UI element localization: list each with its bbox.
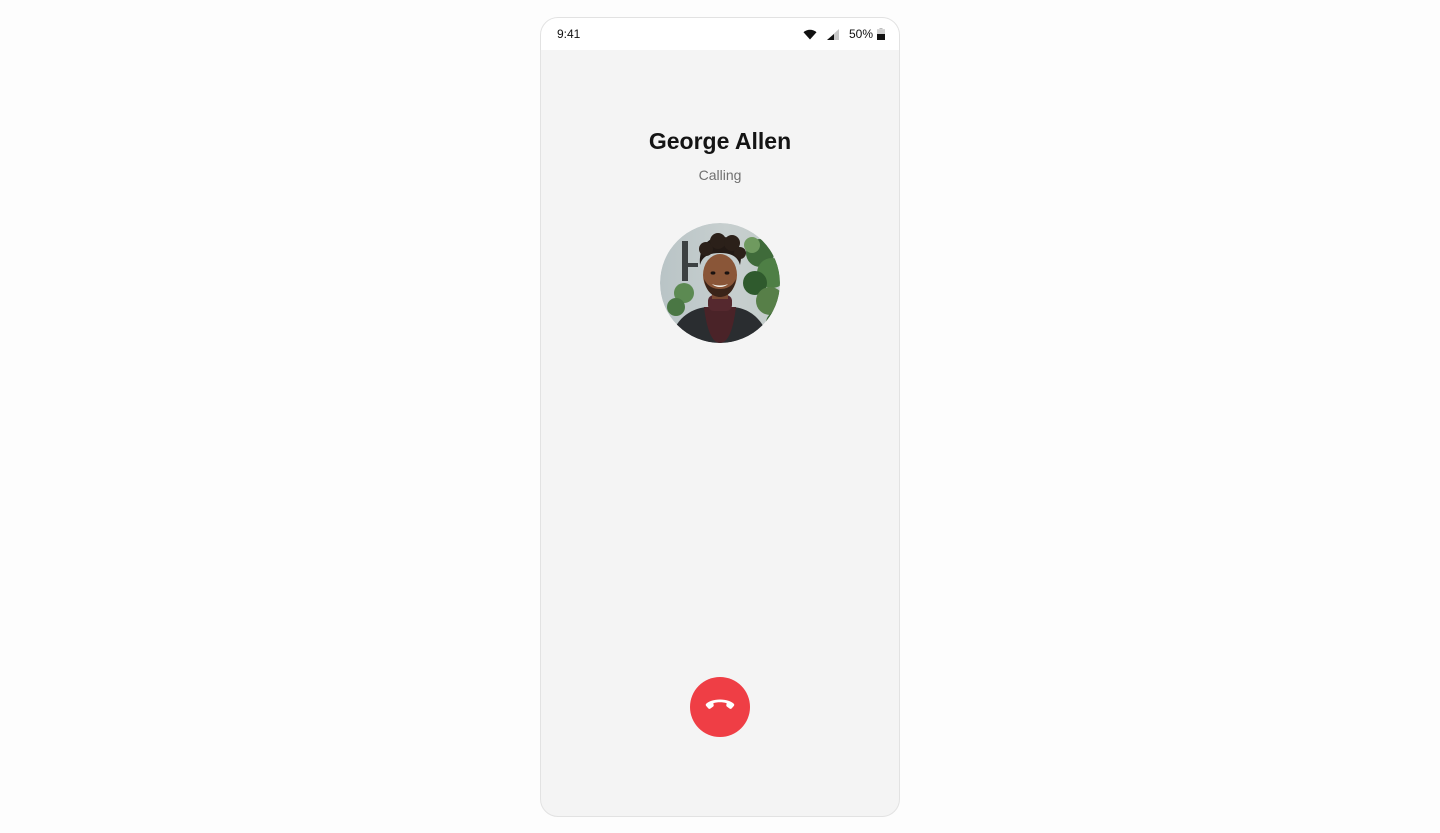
end-call-button[interactable] [690,677,750,737]
caller-avatar [660,223,780,343]
call-status: Calling [698,167,742,183]
battery-icon [877,28,885,40]
caller-name: George Allen [648,128,792,154]
phone-hangup-icon [705,698,735,717]
battery-percent: 50% [848,27,873,41]
status-time: 9:41 [557,27,581,41]
status-bar: 9:41 50% [541,18,899,50]
signal-icon [826,28,839,40]
call-screen: 9:41 50% George Allen Calling [540,17,900,817]
status-icons: 50% [803,27,885,41]
wifi-icon [803,29,817,40]
